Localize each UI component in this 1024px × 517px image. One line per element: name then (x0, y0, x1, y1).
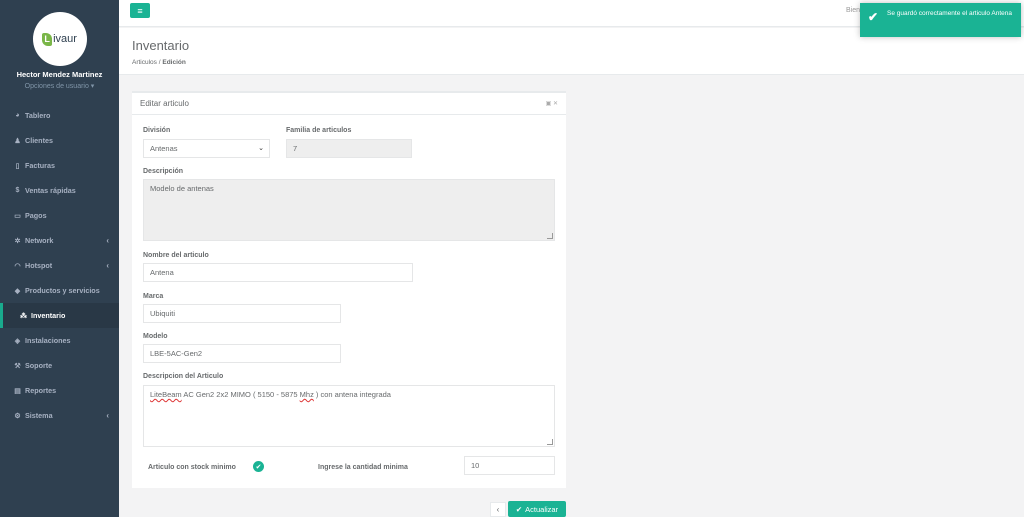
desc-text-part-3: Mhz (299, 390, 314, 399)
sidebar-item-ventas-rapidas[interactable]: $ Ventas rápidas (0, 178, 119, 203)
sidebar-item-label: Sistema (25, 411, 53, 420)
back-button[interactable]: ‹ (490, 502, 506, 517)
sidebar-item-inventario[interactable]: ⁂ Inventario (0, 303, 119, 328)
sidebar-item-soporte[interactable]: ⚒ Soporte (0, 353, 119, 378)
familia-field[interactable]: 7 (286, 139, 412, 158)
save-icon[interactable]: ▣ (546, 101, 552, 107)
descripcion-value: Modelo de antenas (150, 184, 214, 193)
panel-title: Editar articulo (140, 99, 189, 108)
sidebar-item-clientes[interactable]: ♟ Clientes (0, 128, 119, 153)
sidebar-item-label: Pagos (25, 211, 47, 220)
nombre-label: Nombre del articulo (143, 252, 209, 259)
logo-text: ivaur (53, 33, 77, 45)
sidebar-item-hotspot[interactable]: ◠ Hotspot ‹ (0, 253, 119, 278)
division-select[interactable]: Antenas ⌄ (143, 139, 270, 158)
sidebar-nav: ◕ Tablero ♟ Clientes ▯ Facturas $ Ventas ráp… (0, 103, 119, 428)
descripcion-articulo-label: Descripcion del Articulo (143, 373, 224, 380)
check-icon: ✔ (515, 504, 523, 514)
chevron-left-icon: ‹ (106, 261, 109, 270)
sidebar-item-label: Instalaciones (25, 336, 71, 345)
user-name: Hector Mendez Martinez (16, 70, 103, 79)
descripcion-textarea[interactable]: Modelo de antenas (143, 179, 555, 241)
hamburger-icon: ≡ (137, 5, 143, 16)
division-selected-value: Antenas (150, 144, 178, 153)
resize-handle[interactable] (547, 439, 553, 445)
sidebar-item-tablero[interactable]: ◕ Tablero (0, 103, 119, 128)
sidebar-item-network[interactable]: ✲ Network ‹ (0, 228, 119, 253)
sidebar-item-label: Network (25, 236, 54, 245)
dollar-icon: $ (15, 187, 20, 194)
desc-text-part-1: LiteBeam (150, 390, 182, 399)
chevron-down-icon: ⌄ (258, 145, 264, 152)
breadcrumb-separator: / (158, 59, 161, 66)
marca-input[interactable]: Ubiquiti (143, 304, 341, 323)
division-label: División (143, 127, 171, 134)
cantidad-minima-label: Ingrese la cantidad minima (318, 464, 408, 471)
sidebar-item-label: Inventario (31, 311, 66, 320)
sidebar-item-instalaciones[interactable]: ◈ Instalaciones (0, 328, 119, 353)
book-icon: ▤ (14, 387, 21, 395)
edit-article-panel: Editar articulo ▣ ✕ División Antenas ⌄ F… (132, 91, 566, 488)
breadcrumb-articulos[interactable]: Articulos (132, 59, 157, 66)
page-title: Inventario (132, 38, 190, 53)
panel-header: Editar articulo ▣ ✕ (132, 93, 566, 115)
familia-label: Familia de articulos (286, 127, 352, 134)
close-icon[interactable]: ✕ (553, 101, 558, 107)
stock-minimo-checkbox[interactable]: ✔ (253, 461, 264, 472)
descripcion-label: Descripción (143, 168, 184, 175)
sidebar-item-label: Reportes (25, 386, 57, 395)
toast-message: Se guardó correctamente el articulo Ante… (887, 10, 1013, 17)
sidebar-item-facturas[interactable]: ▯ Facturas (0, 153, 119, 178)
user-options-dropdown[interactable]: Opciones de usuario ▾ (0, 82, 119, 90)
modelo-input[interactable]: LBE-5AC-Gen2 (143, 344, 341, 363)
sidebar-item-label: Ventas rápidas (25, 186, 76, 195)
modelo-label: Modelo (143, 333, 168, 340)
success-toast[interactable]: ✔ Se guardó correctamente el articulo An… (860, 3, 1021, 37)
cantidad-minima-input[interactable]: 10 (464, 456, 555, 475)
file-icon: ▯ (15, 162, 20, 170)
chevron-left-icon: ‹ (106, 411, 109, 420)
descripcion-articulo-textarea[interactable]: LiteBeam AC Gen2 2x2 MIMO ( 5150 - 5875 … (143, 385, 555, 447)
breadcrumb: Articulos / Edición (132, 59, 186, 66)
breadcrumb-edicion: Edición (162, 59, 186, 66)
sidebar-item-productos[interactable]: ◆ Productos y servicios (0, 278, 119, 303)
sidebar-item-sistema[interactable]: ⚙ Sistema ‹ (0, 403, 119, 428)
check-icon: ✔ (868, 10, 879, 24)
sidebar-item-pagos[interactable]: ▭ Pagos (0, 203, 119, 228)
nombre-input[interactable]: Antena (143, 263, 413, 282)
wifi-icon: ◠ (14, 262, 21, 270)
panel-tools: ▣ ✕ (546, 100, 558, 107)
actualizar-label: Actualizar (525, 504, 559, 514)
support-icon: ⚒ (14, 362, 21, 370)
money-icon: ▭ (14, 212, 21, 220)
actualizar-button[interactable]: ✔ Actualizar (508, 501, 566, 517)
desc-text-part-4: ) con antena integrada (313, 390, 391, 399)
sidebar-item-label: Hotspot (25, 261, 53, 270)
resize-handle[interactable] (547, 233, 553, 239)
logo-mark: L (42, 32, 53, 46)
dashboard-icon: ◕ (15, 112, 20, 119)
sidebar-item-reportes[interactable]: ▤ Reportes (0, 378, 119, 403)
menu-toggle-button[interactable]: ≡ (130, 3, 150, 18)
desc-text-part-2: AC Gen2 2x2 MIMO ( 5150 - 5875 (181, 390, 300, 399)
network-icon: ✲ (14, 237, 21, 245)
sidebar: L ivaur Hector Mendez Martinez Opciones … (0, 0, 119, 517)
cubes-icon: ⁂ (20, 312, 27, 320)
users-icon: ♟ (14, 137, 21, 145)
sidebar-item-label: Facturas (25, 161, 55, 170)
cogs-icon: ⚙ (14, 412, 21, 420)
marca-label: Marca (143, 293, 164, 300)
profile-block: L ivaur Hector Mendez Martinez Opciones … (0, 0, 119, 103)
sidebar-item-label: Productos y servicios (25, 286, 100, 295)
sidebar-item-label: Tablero (25, 111, 51, 120)
chevron-left-icon: ‹ (106, 236, 109, 245)
sidebar-item-label: Clientes (25, 136, 53, 145)
sidebar-item-label: Soporte (25, 361, 53, 370)
wrench-icon: ◈ (14, 337, 21, 345)
stock-minimo-label: Articulo con stock minimo (148, 464, 236, 471)
welcome-text: Bien (846, 7, 861, 14)
tag-icon: ◆ (14, 287, 21, 295)
company-logo: L ivaur (32, 12, 87, 66)
